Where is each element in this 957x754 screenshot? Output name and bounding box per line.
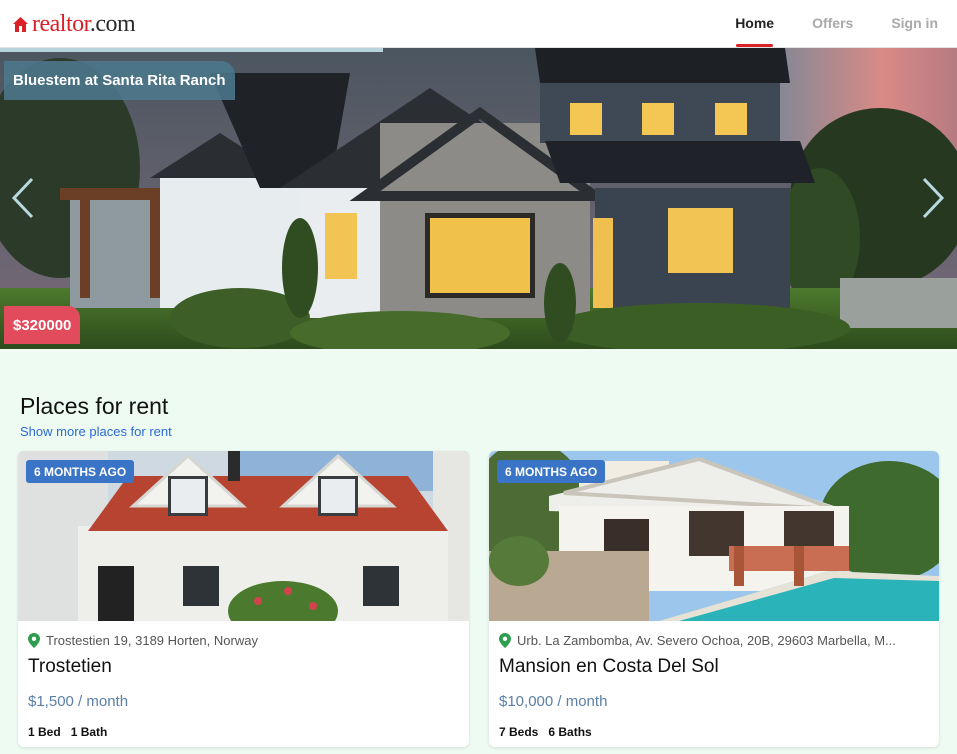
realtor-logo[interactable]: realtor.com — [12, 11, 136, 37]
hero-title-badge: Bluestem at Santa Rita Ranch — [4, 61, 235, 100]
chevron-right-icon[interactable] — [920, 176, 946, 220]
chevron-left-icon[interactable] — [10, 176, 36, 220]
listing-image: 6 MONTHS AGO — [18, 451, 469, 621]
listing-baths: 1 Bath — [70, 725, 108, 739]
nav-offers[interactable]: Offers — [793, 0, 872, 46]
nav-home[interactable]: Home — [716, 0, 793, 47]
listing-specs: 1 Bed 1 Bath — [28, 725, 107, 739]
listing-address: Urb. La Zambomba, Av. Severo Ochoa, 20B,… — [499, 633, 929, 648]
listing-price: $10,000 / month — [499, 693, 608, 710]
main-nav: Home Offers Sign in — [716, 0, 957, 48]
listing-address: Trostestien 19, 3189 Horten, Norway — [28, 633, 459, 648]
listing-card[interactable]: 6 MONTHS AGO Trostestien 19, 3189 Horten… — [18, 451, 469, 747]
listing-age-badge: 6 MONTHS AGO — [26, 460, 135, 483]
show-more-link[interactable]: Show more places for rent — [20, 424, 172, 439]
listing-age-badge: 6 MONTHS AGO — [497, 460, 606, 483]
listing-name: Trostetien — [28, 656, 112, 677]
listing-card[interactable]: 6 MONTHS AGO Urb. La Zambomba, Av. Sever… — [489, 451, 939, 747]
listing-beds: 7 Beds — [499, 725, 539, 739]
house-icon — [13, 16, 28, 32]
listing-name: Mansion en Costa Del Sol — [499, 656, 719, 677]
listing-baths: 6 Baths — [548, 725, 592, 739]
hero-carousel[interactable]: Bluestem at Santa Rita Ranch $320000 — [0, 48, 957, 349]
section-title: Places for rent — [20, 393, 169, 419]
listing-beds: 1 Bed — [28, 725, 61, 739]
listing-address-text: Urb. La Zambomba, Av. Severo Ochoa, 20B,… — [517, 633, 896, 648]
top-header: realtor.com Home Offers Sign in — [0, 0, 957, 48]
location-pin-icon — [499, 633, 511, 648]
listing-address-text: Trostestien 19, 3189 Horten, Norway — [46, 633, 258, 648]
hero-price-badge: $320000 — [4, 306, 81, 344]
listing-image: 6 MONTHS AGO — [489, 451, 939, 621]
listing-specs: 7 Beds 6 Baths — [499, 725, 592, 739]
logo-text-domain: .com — [89, 11, 136, 37]
logo-text-primary: realtor — [32, 11, 90, 37]
listing-price: $1,500 / month — [28, 693, 129, 710]
location-pin-icon — [28, 633, 40, 648]
carousel-progress-bar — [0, 48, 383, 52]
nav-sign-in[interactable]: Sign in — [872, 0, 957, 46]
